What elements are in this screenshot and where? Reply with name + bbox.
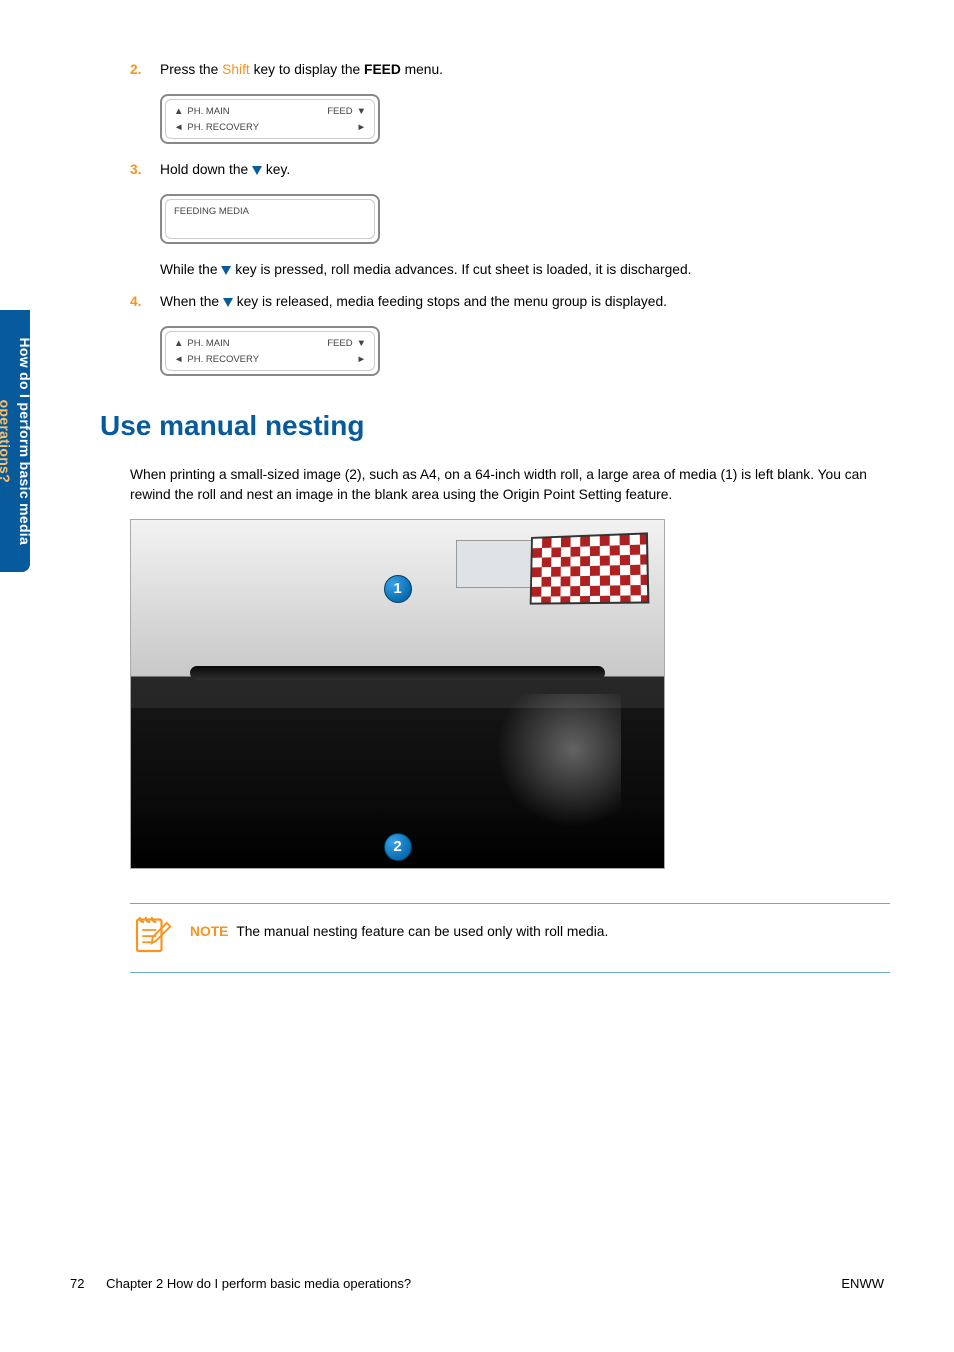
down-triangle-icon xyxy=(221,266,231,275)
while-paragraph: While the key is pressed, roll media adv… xyxy=(160,260,890,280)
step-4: 4. When the key is released, media feedi… xyxy=(130,292,890,312)
note-text: The manual nesting feature can be used o… xyxy=(236,924,608,939)
lcd-ph-main: PH. MAIN xyxy=(174,337,230,351)
lcd-feed: FEED xyxy=(327,105,366,119)
footer-page-number: 72 xyxy=(70,1276,84,1291)
feed-bold: FEED xyxy=(364,62,401,77)
lcd-arrow-right xyxy=(353,353,366,367)
text: key. xyxy=(262,162,290,177)
shift-key-text: Shift xyxy=(222,62,250,77)
step-3: 3. Hold down the key. xyxy=(130,160,890,180)
step-body: Hold down the key. xyxy=(160,160,890,180)
lcd-display-1: PH. MAIN FEED PH. RECOVERY xyxy=(160,94,380,144)
section-title: Use manual nesting xyxy=(100,406,890,447)
lcd-ph-recovery: PH. RECOVERY xyxy=(174,353,259,367)
down-triangle-icon xyxy=(223,298,233,307)
step-number: 4. xyxy=(130,292,160,312)
note-block: NOTE The manual nesting feature can be us… xyxy=(130,914,890,960)
lcd-feeding-media: FEEDING MEDIA xyxy=(174,205,249,219)
lcd-ph-recovery: PH. RECOVERY xyxy=(174,121,259,135)
down-triangle-icon xyxy=(252,166,262,175)
note-label: NOTE xyxy=(190,924,228,939)
step-body: Press the Shift key to display the FEED … xyxy=(160,60,890,80)
lcd-ph-main: PH. MAIN xyxy=(174,105,230,119)
lcd-display-3: PH. MAIN FEED PH. RECOVERY xyxy=(160,326,380,376)
text: When the xyxy=(160,294,223,309)
text: menu. xyxy=(401,62,443,77)
page-footer: 72 Chapter 2 How do I perform basic medi… xyxy=(70,1275,884,1294)
section-intro: When printing a small-sized image (2), s… xyxy=(130,465,890,505)
sidebar-line2: operations? xyxy=(0,399,13,482)
text: Hold down the xyxy=(160,162,252,177)
step-body: When the key is released, media feeding … xyxy=(160,292,890,312)
text: key to display the xyxy=(250,62,364,77)
sidebar-tab: How do I perform basic media operations? xyxy=(0,310,30,572)
note-icon xyxy=(130,914,172,960)
sidebar-line1: How do I perform basic media xyxy=(17,337,33,545)
lcd-feed: FEED xyxy=(327,337,366,351)
printer-photo: 1 2 xyxy=(130,519,665,869)
step-number: 2. xyxy=(130,60,160,80)
footer-right: ENWW xyxy=(841,1275,884,1294)
callout-bubble-1: 1 xyxy=(384,575,412,603)
step-number: 3. xyxy=(130,160,160,180)
callout-bubble-2: 2 xyxy=(384,833,412,861)
step-2: 2. Press the Shift key to display the FE… xyxy=(130,60,890,80)
lcd-display-2: FEEDING MEDIA xyxy=(160,194,380,244)
text: While the xyxy=(160,262,221,277)
text: key is released, media feeding stops and… xyxy=(233,294,667,309)
lcd-arrow-right xyxy=(353,121,366,135)
footer-chapter-text: Chapter 2 How do I perform basic media o… xyxy=(106,1276,411,1291)
text: key is pressed, roll media advances. If … xyxy=(231,262,691,277)
text: Press the xyxy=(160,62,222,77)
